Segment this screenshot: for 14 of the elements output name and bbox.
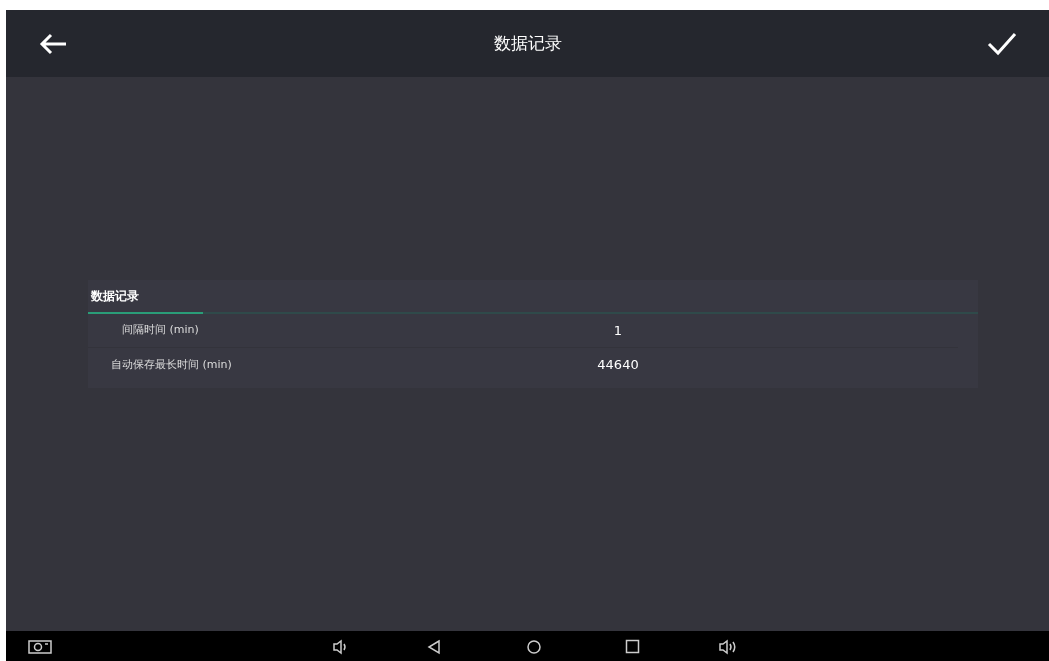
check-icon[interactable] (987, 31, 1017, 56)
window-title: 数据记录 (493, 31, 562, 55)
recent-apps-icon[interactable] (625, 639, 640, 654)
setting-label: 间隔时间 (min) (121, 322, 200, 339)
setting-value[interactable]: 1 (568, 320, 668, 341)
home-icon[interactable] (526, 639, 542, 655)
setting-label: 自动保存最长时间 (min) (110, 356, 233, 373)
volume-up-icon[interactable] (718, 639, 738, 655)
tab[interactable]: 数据记录 (88, 280, 203, 314)
setting-value[interactable]: 44640 (568, 355, 668, 375)
back-icon[interactable] (427, 639, 441, 655)
back-arrow-icon[interactable] (38, 32, 68, 55)
volume-down-icon[interactable] (332, 639, 348, 655)
camera-icon[interactable] (28, 639, 52, 654)
